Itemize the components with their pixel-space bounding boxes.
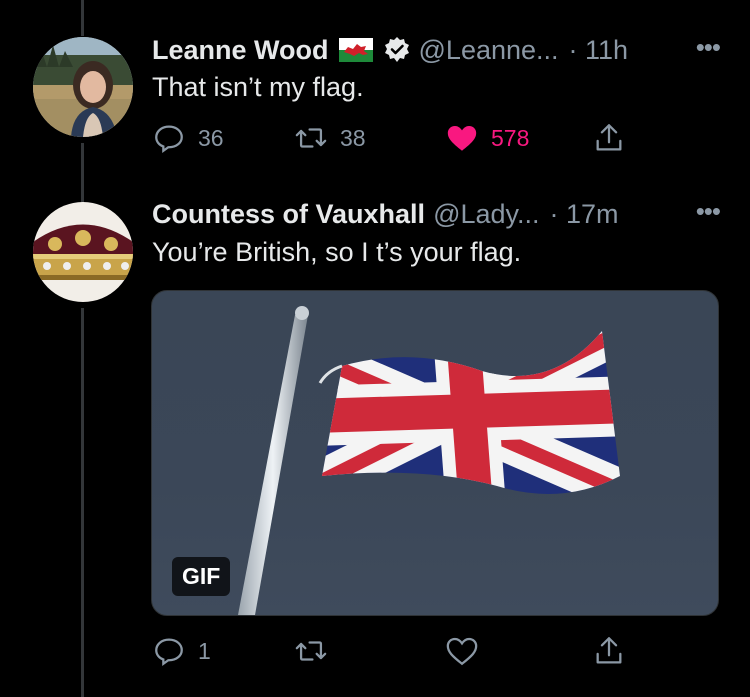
reply-count: 36 — [198, 124, 224, 151]
tweet-text: That isn’t my flag. — [152, 72, 364, 102]
retweet-button[interactable] — [294, 634, 328, 668]
like-count: 578 — [491, 124, 530, 151]
welsh-flag-icon — [338, 38, 373, 62]
tweet-actions: 1 — [152, 631, 640, 671]
display-name[interactable]: Leanne Wood — [152, 35, 329, 66]
heart-icon — [446, 637, 478, 666]
tweet-header: Countess of Vauxhall @Lady... · 17m ••• — [152, 196, 721, 232]
union-jack-flag-image — [238, 306, 620, 615]
reply-icon — [155, 638, 183, 666]
gif-badge: GIF — [172, 557, 231, 596]
tweet-header: Leanne Wood @Leanne... · 11h ••• — [152, 32, 721, 68]
retweet-count: 38 — [340, 124, 366, 151]
reply-button[interactable]: 1 — [152, 634, 211, 668]
reply-icon — [155, 125, 183, 153]
like-button[interactable] — [445, 634, 479, 668]
share-button[interactable] — [592, 634, 626, 668]
retweet-icon — [295, 128, 327, 148]
avatar[interactable] — [33, 37, 133, 137]
thread-connector — [81, 308, 84, 697]
display-name[interactable]: Countess of Vauxhall — [152, 199, 425, 230]
tweet-text: You’re British, so I t’s your flag. — [152, 237, 522, 267]
share-icon — [596, 124, 622, 151]
share-button[interactable] — [592, 121, 626, 155]
more-options-icon[interactable]: ••• — [696, 32, 721, 63]
gif-media[interactable]: GIF — [151, 290, 719, 616]
timestamp[interactable]: · 11h — [569, 35, 629, 66]
user-handle[interactable]: @Leanne... — [419, 35, 559, 66]
retweet-icon — [295, 641, 327, 661]
heart-icon — [447, 125, 477, 151]
thread-connector — [81, 0, 84, 36]
verified-icon — [383, 36, 411, 64]
reply-button[interactable]: 36 — [152, 121, 224, 155]
share-icon — [596, 637, 622, 664]
like-button[interactable]: 578 — [445, 121, 529, 155]
timestamp[interactable]: · 17m — [550, 199, 619, 230]
avatar[interactable] — [33, 202, 133, 302]
more-options-icon[interactable]: ••• — [696, 196, 721, 227]
retweet-button[interactable]: 38 — [294, 121, 366, 155]
thread-connector — [81, 143, 84, 205]
reply-count: 1 — [198, 637, 211, 664]
tweet-thread: Leanne Wood @Leanne... · 11h ••• That is… — [0, 0, 750, 697]
tweet-actions: 36 38 578 — [152, 118, 640, 158]
user-handle[interactable]: @Lady... — [433, 199, 539, 230]
